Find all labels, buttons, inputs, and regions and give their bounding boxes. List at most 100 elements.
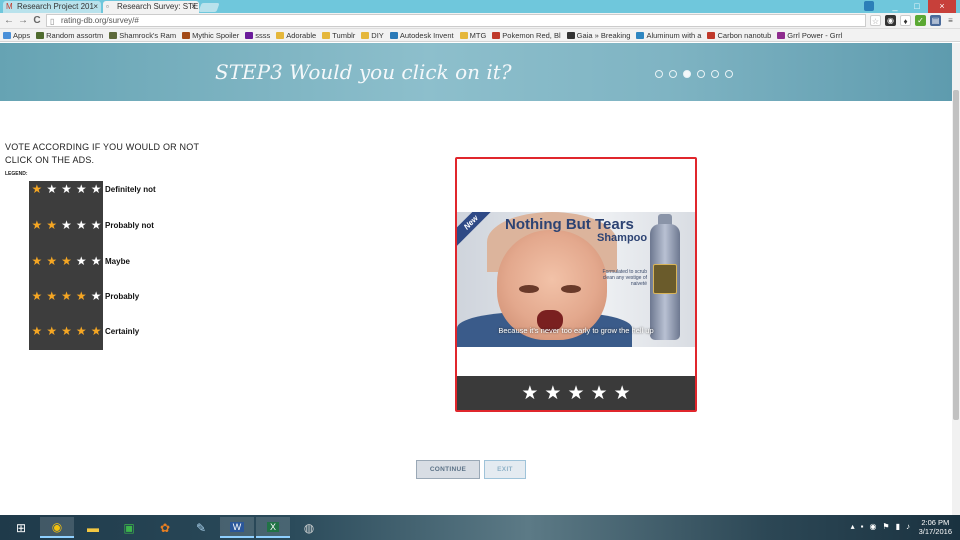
network-icon[interactable]: ▪ [861, 522, 864, 531]
bookmark-item[interactable]: Aluminum with a [636, 31, 701, 40]
chevron-up-icon[interactable]: ▴ [851, 522, 855, 531]
address-bar[interactable]: ▯ rating-db.org/survey/# [46, 14, 866, 27]
close-window-button[interactable]: × [928, 0, 956, 13]
bookmark-item[interactable]: Pokemon Red, Bl [492, 31, 561, 40]
progress-dot[interactable] [683, 70, 691, 78]
rating-star-icon[interactable]: ★ [521, 384, 538, 403]
legend-stars: ★ ★ ★ ★ ★ [29, 325, 103, 337]
paint-icon[interactable]: ◍ [292, 517, 326, 538]
star-icon: ★ [90, 324, 102, 338]
bookmark-label: Aluminum with a [646, 30, 702, 40]
legend-stars: ★ ★ ★ ★ ★ [29, 255, 103, 267]
taskbar: ⊞ ◉ ▬ ▣ ✿ ✎ W X ◍ ▴ ▪ ◉ ⚑ ▮ ♪ 2:06 PM 3/… [0, 515, 960, 540]
bookmark-label: Tumblr [332, 30, 356, 40]
flag-icon[interactable]: ⚑ [882, 522, 889, 531]
bookmark-item[interactable]: Gaia » Breaking [566, 31, 630, 40]
chrome-icon[interactable]: ◉ [40, 517, 74, 538]
rating-star-icon[interactable]: ★ [591, 384, 608, 403]
notepad-icon[interactable]: ✎ [184, 517, 218, 538]
file-explorer-icon[interactable]: ▬ [76, 517, 110, 538]
bookmark-icon [566, 31, 575, 39]
continue-button[interactable]: CONTINUE [416, 460, 480, 479]
bookmark-item[interactable]: Autodesk Invent [389, 31, 454, 40]
store-icon[interactable]: ▣ [112, 517, 146, 538]
rating-bar: ★ ★ ★ ★ ★ [457, 376, 695, 410]
star-icon: ★ [75, 324, 87, 338]
apps-grid-icon [3, 31, 11, 39]
tab-research-survey[interactable]: ▫ Research Survey: STE × [103, 1, 199, 13]
progress-dot[interactable] [697, 70, 705, 78]
back-arrow-icon[interactable]: ← [3, 15, 15, 27]
bookmark-icon [459, 31, 468, 39]
extension-icon[interactable]: ◉ [885, 15, 896, 26]
bookmark-label: DIY [371, 30, 384, 40]
rating-star-icon[interactable]: ★ [544, 384, 561, 403]
signal-icon[interactable]: ▮ [896, 522, 900, 531]
chrome-tray-icon[interactable]: ◉ [869, 522, 876, 531]
forward-arrow-icon[interactable]: → [17, 15, 29, 27]
star-bookmark-icon[interactable]: ☆ [870, 15, 881, 26]
bookmark-item[interactable]: Adorable [276, 31, 316, 40]
tab-research-project[interactable]: M Research Project 201 × [3, 1, 101, 13]
bookmark-icon [245, 31, 254, 39]
star-icon: ★ [90, 254, 102, 268]
star-icon: ★ [75, 289, 87, 303]
start-icon[interactable]: ⊞ [4, 517, 38, 538]
tab-label: Research Project 201 [17, 2, 94, 11]
bookmark-item[interactable]: Random assortm [36, 31, 103, 40]
minimize-button[interactable]: _ [884, 0, 906, 13]
exit-button[interactable]: EXIT [484, 460, 526, 479]
clock[interactable]: 2:06 PM 3/17/2016 [919, 518, 952, 536]
legend-row: ★ ★ ★ ★ ★ Certainly [29, 324, 140, 338]
browser-toolbar: ← → C ▯ rating-db.org/survey/# ☆ ◉ ♦ ✓ ▤… [0, 13, 960, 29]
extension-icon[interactable]: ✓ [915, 15, 926, 26]
bookmark-item[interactable]: Mythic Spoiler [182, 31, 239, 40]
bookmark-label: Grrl Power - Grrl [787, 30, 843, 40]
bookmark-item[interactable]: Shamrock's Ram [109, 31, 176, 40]
rating-star-icon[interactable]: ★ [567, 384, 584, 403]
bookmark-item[interactable]: Carbon nanotub [707, 31, 771, 40]
rating-star-icon[interactable]: ★ [614, 384, 631, 403]
star-icon: ★ [61, 289, 72, 303]
bottle-label [653, 264, 677, 294]
ad-tagline: Because it's never too early to grow the… [498, 326, 654, 335]
maximize-button[interactable]: □ [906, 0, 928, 13]
progress-dot[interactable] [725, 70, 733, 78]
bookmark-item[interactable]: Tumblr [322, 31, 355, 40]
word-icon[interactable]: W [220, 517, 254, 538]
scrollbar[interactable] [952, 43, 960, 515]
ad-card[interactable]: New Nothing But Tears Shampoo Formulated… [455, 157, 697, 412]
progress-dot[interactable] [669, 70, 677, 78]
reload-icon[interactable]: C [31, 15, 43, 27]
legend-text: Maybe [105, 256, 130, 266]
user-profile-icon[interactable] [864, 1, 874, 11]
new-tab-button[interactable] [198, 3, 220, 12]
bookmark-item[interactable]: Apps [3, 31, 30, 40]
star-icon: ★ [46, 218, 58, 232]
bookmark-item[interactable]: Grrl Power - Grrl [777, 31, 842, 40]
tab-label: Research Survey: STE [117, 2, 199, 11]
scrollbar-thumb[interactable] [953, 90, 959, 420]
volume-icon[interactable]: ♪ [906, 522, 910, 531]
star-icon: ★ [31, 324, 43, 338]
progress-dots [655, 70, 733, 78]
extension-icon[interactable]: ▤ [930, 15, 941, 26]
star-icon: ★ [61, 182, 72, 196]
star-icon: ★ [46, 254, 58, 268]
legend-row: ★ ★ ★ ★ ★ Maybe [29, 254, 130, 268]
bookmark-label: Adorable [286, 30, 317, 40]
ad-image[interactable]: New Nothing But Tears Shampoo Formulated… [457, 212, 695, 347]
excel-icon[interactable]: X [256, 517, 290, 538]
extension-icon[interactable]: ♦ [900, 15, 911, 26]
bookmark-item[interactable]: DIY [361, 31, 384, 40]
ad-product: Shampoo [597, 232, 648, 244]
tab-close-icon[interactable]: × [191, 1, 196, 13]
progress-dot[interactable] [655, 70, 663, 78]
star-icon: ★ [46, 324, 58, 338]
picasa-icon[interactable]: ✿ [148, 517, 182, 538]
bookmark-item[interactable]: MTG [459, 31, 486, 40]
tab-close-icon[interactable]: × [93, 1, 98, 13]
bookmark-item[interactable]: ssss [245, 31, 270, 40]
progress-dot[interactable] [711, 70, 719, 78]
menu-icon[interactable]: ≡ [945, 15, 956, 26]
